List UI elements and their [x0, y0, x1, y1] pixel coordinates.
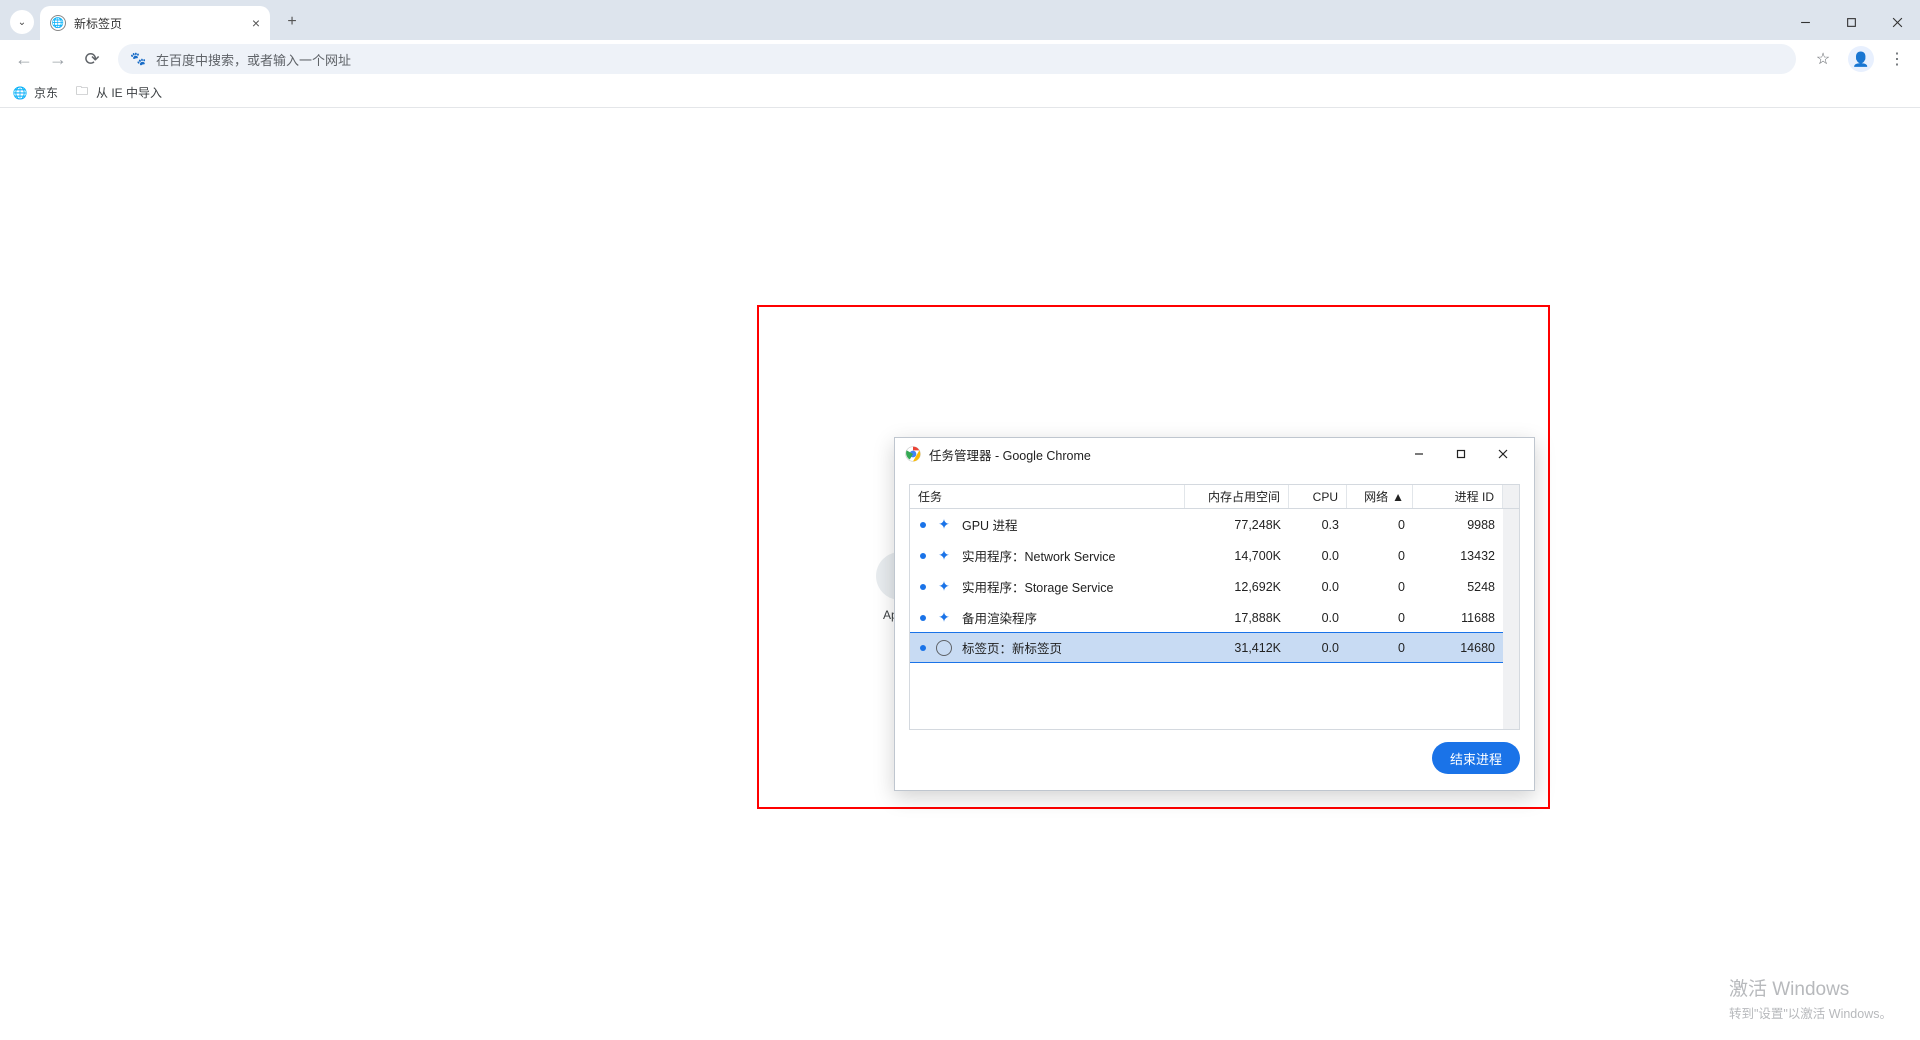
address-bar[interactable]: 🐾 在百度中搜索，或者输入一个网址 [118, 44, 1796, 74]
extension-icon: ✦ [936, 517, 952, 533]
task-name: 标签页：新标签页 [962, 638, 1062, 657]
sort-asc-icon: ▲ [1392, 490, 1404, 504]
profile-avatar[interactable]: 👤 [1848, 46, 1874, 72]
cell-cpu: 0.0 [1289, 580, 1347, 594]
task-name: 实用程序：Storage Service [962, 577, 1113, 596]
cell-memory: 31,412K [1185, 641, 1289, 655]
bullet-icon [920, 584, 926, 590]
cell-pid: 13432 [1413, 549, 1503, 563]
maximize-button[interactable] [1828, 4, 1874, 40]
col-pid[interactable]: 进程 ID [1413, 485, 1503, 508]
omnibox-placeholder: 在百度中搜索，或者输入一个网址 [156, 50, 351, 69]
scrollbar-head [1503, 485, 1519, 508]
bookmark-label: 京东 [34, 84, 58, 101]
task-row[interactable]: ✦ GPU 进程 77,248K0.309988 [910, 509, 1519, 540]
watermark-line2: 转到"设置"以激活 Windows。 [1729, 1003, 1892, 1022]
globe-icon [936, 640, 952, 656]
task-manager-dialog: 任务管理器 - Google Chrome 任务 内存占用空间 CPU 网络▲ … [894, 437, 1535, 791]
browser-toolbar: ← → ⟳ 🐾 在百度中搜索，或者输入一个网址 ☆ 👤 ⋮ [0, 40, 1920, 78]
task-name: 实用程序：Network Service [962, 546, 1116, 565]
task-name: GPU 进程 [962, 515, 1018, 534]
bullet-icon [920, 522, 926, 528]
bookmark-jd[interactable]: 🌐 京东 [12, 84, 58, 101]
tab-search-button[interactable]: ⌄ [10, 10, 34, 34]
dialog-close-button[interactable] [1482, 440, 1524, 468]
col-task[interactable]: 任务 [910, 485, 1185, 508]
cell-cpu: 0.3 [1289, 518, 1347, 532]
vertical-scrollbar[interactable] [1503, 509, 1519, 729]
cell-network: 0 [1347, 580, 1413, 594]
bookmark-label: 从 IE 中导入 [96, 84, 162, 101]
cell-memory: 14,700K [1185, 549, 1289, 563]
cell-cpu: 0.0 [1289, 611, 1347, 625]
cell-memory: 12,692K [1185, 580, 1289, 594]
window-controls [1782, 4, 1920, 40]
task-grid: 任务 内存占用空间 CPU 网络▲ 进程 ID ✦GPU 进程77,248K0.… [909, 484, 1520, 730]
baidu-paw-icon: 🐾 [130, 51, 146, 67]
folder-icon: 🗀 [74, 85, 90, 101]
dialog-titlebar[interactable]: 任务管理器 - Google Chrome [895, 438, 1534, 470]
cell-pid: 11688 [1413, 611, 1503, 625]
task-name: 备用渲染程序 [962, 608, 1037, 627]
window-close-button[interactable] [1874, 4, 1920, 40]
extension-icon: ✦ [936, 548, 952, 564]
bookmark-ie-import[interactable]: 🗀 从 IE 中导入 [74, 84, 162, 101]
cell-memory: 77,248K [1185, 518, 1289, 532]
extension-icon: ✦ [936, 579, 952, 595]
close-icon[interactable]: × [252, 15, 260, 31]
end-process-button[interactable]: 结束进程 [1432, 742, 1520, 774]
menu-kebab-icon[interactable]: ⋮ [1884, 46, 1910, 72]
cell-pid: 14680 [1413, 641, 1503, 655]
watermark-line1: 激活 Windows [1729, 974, 1892, 1001]
dialog-minimize-button[interactable] [1398, 440, 1440, 468]
cell-cpu: 0.0 [1289, 549, 1347, 563]
task-row[interactable]: ✦ 实用程序：Storage Service 12,692K0.005248 [910, 571, 1519, 602]
browser-tab[interactable]: 🌐 新标签页 × [40, 6, 270, 40]
cell-network: 0 [1347, 641, 1413, 655]
back-button[interactable]: ← [10, 45, 38, 73]
cell-pid: 9988 [1413, 518, 1503, 532]
task-row[interactable]: ✦ 备用渲染程序 17,888K0.0011688 [910, 602, 1519, 633]
new-tab-button[interactable]: + [278, 8, 306, 36]
col-cpu[interactable]: CPU [1289, 485, 1347, 508]
dialog-maximize-button[interactable] [1440, 440, 1482, 468]
cell-network: 0 [1347, 518, 1413, 532]
globe-icon: 🌐 [12, 85, 28, 101]
forward-button[interactable]: → [44, 45, 72, 73]
col-memory[interactable]: 内存占用空间 [1185, 485, 1289, 508]
cell-cpu: 0.0 [1289, 641, 1347, 655]
dialog-title: 任务管理器 - Google Chrome [929, 445, 1091, 464]
cell-pid: 5248 [1413, 580, 1503, 594]
tab-title: 新标签页 [74, 15, 122, 32]
reload-button[interactable]: ⟳ [78, 45, 106, 73]
bookmarks-bar: 🌐 京东 🗀 从 IE 中导入 [0, 78, 1920, 108]
cell-memory: 17,888K [1185, 611, 1289, 625]
globe-icon: 🌐 [50, 15, 66, 31]
bullet-icon [920, 615, 926, 621]
minimize-button[interactable] [1782, 4, 1828, 40]
bullet-icon [920, 645, 926, 651]
bookmark-star-icon[interactable]: ☆ [1808, 44, 1838, 74]
windows-activation-watermark: 激活 Windows 转到"设置"以激活 Windows。 [1729, 974, 1892, 1022]
task-row[interactable]: ✦ 实用程序：Network Service 14,700K0.0013432 [910, 540, 1519, 571]
extension-icon: ✦ [936, 610, 952, 626]
bullet-icon [920, 553, 926, 559]
browser-tab-strip: ⌄ 🌐 新标签页 × + [0, 0, 1920, 40]
chrome-icon [905, 446, 921, 462]
col-network[interactable]: 网络▲ [1347, 485, 1413, 508]
cell-network: 0 [1347, 549, 1413, 563]
cell-network: 0 [1347, 611, 1413, 625]
task-row[interactable]: 标签页：新标签页 31,412K0.0014680 [909, 632, 1519, 663]
grid-header: 任务 内存占用空间 CPU 网络▲ 进程 ID [910, 485, 1519, 509]
